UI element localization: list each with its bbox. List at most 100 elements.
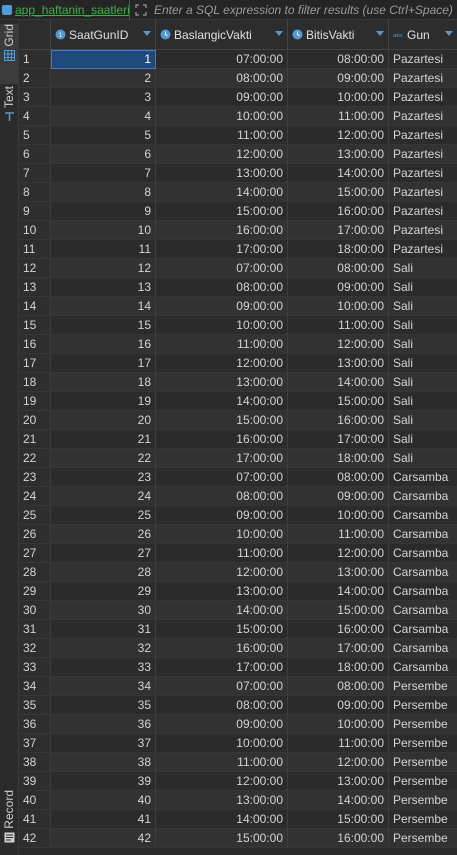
table-cell[interactable]: 6 [51, 145, 156, 164]
table-cell[interactable]: 5 [51, 126, 156, 145]
table-cell[interactable]: 18 [51, 373, 156, 392]
table-cell[interactable]: Carsamba [389, 468, 457, 487]
table-cell[interactable]: 15:00:00 [156, 620, 288, 639]
table-cell[interactable]: 07:00:00 [156, 677, 288, 696]
table-cell[interactable]: 14:00:00 [288, 791, 389, 810]
row-number[interactable]: 22 [19, 449, 51, 468]
expand-filter-icon[interactable] [133, 2, 149, 18]
table-row[interactable]: 41 41 14:00:00 15:00:00 Persembe [19, 810, 457, 829]
table-cell[interactable]: 15 [51, 316, 156, 335]
sort-arrow-icon[interactable] [275, 31, 283, 36]
table-cell[interactable]: 12:00:00 [156, 354, 288, 373]
table-name-tab[interactable]: app_haftanin_saatleri [0, 0, 130, 20]
table-cell[interactable]: 21 [51, 430, 156, 449]
table-row[interactable]: 21 21 16:00:00 17:00:00 Sali [19, 430, 457, 449]
table-cell[interactable]: 14:00:00 [288, 373, 389, 392]
table-cell[interactable]: Persembe [389, 753, 457, 772]
table-cell[interactable]: Pazartesi [389, 69, 457, 88]
table-cell[interactable]: 13:00:00 [156, 373, 288, 392]
table-cell[interactable]: Carsamba [389, 620, 457, 639]
row-number[interactable]: 3 [19, 88, 51, 107]
row-number[interactable]: 21 [19, 430, 51, 449]
row-number[interactable]: 8 [19, 183, 51, 202]
table-row[interactable]: 22 22 17:00:00 18:00:00 Sali [19, 449, 457, 468]
table-cell[interactable]: 4 [51, 107, 156, 126]
table-cell[interactable]: Pazartesi [389, 88, 457, 107]
table-cell[interactable]: 15:00:00 [288, 601, 389, 620]
row-number[interactable]: 42 [19, 829, 51, 848]
table-row[interactable]: 18 18 13:00:00 14:00:00 Sali [19, 373, 457, 392]
row-number[interactable]: 17 [19, 354, 51, 373]
table-cell[interactable]: 10:00:00 [288, 297, 389, 316]
table-cell[interactable]: Carsamba [389, 525, 457, 544]
table-cell[interactable]: 32 [51, 639, 156, 658]
table-cell[interactable]: 10:00:00 [156, 107, 288, 126]
table-cell[interactable]: 16:00:00 [288, 202, 389, 221]
table-cell[interactable]: 27 [51, 544, 156, 563]
table-cell[interactable]: 15:00:00 [156, 829, 288, 848]
table-cell[interactable]: 08:00:00 [288, 259, 389, 278]
table-cell[interactable]: Persembe [389, 791, 457, 810]
table-cell[interactable]: 12:00:00 [288, 544, 389, 563]
table-cell[interactable]: 11:00:00 [156, 126, 288, 145]
table-cell[interactable]: 13 [51, 278, 156, 297]
row-number[interactable]: 16 [19, 335, 51, 354]
table-cell[interactable]: 09:00:00 [288, 696, 389, 715]
table-cell[interactable]: 13:00:00 [288, 563, 389, 582]
table-row[interactable]: 26 26 10:00:00 11:00:00 Carsamba [19, 525, 457, 544]
table-cell[interactable]: 2 [51, 69, 156, 88]
table-cell[interactable]: 17:00:00 [288, 430, 389, 449]
table-cell[interactable]: 08:00:00 [156, 696, 288, 715]
table-cell[interactable]: Persembe [389, 829, 457, 848]
table-cell[interactable]: 39 [51, 772, 156, 791]
table-cell[interactable]: Carsamba [389, 487, 457, 506]
table-cell[interactable]: Sali [389, 411, 457, 430]
table-cell[interactable]: Carsamba [389, 506, 457, 525]
row-number[interactable]: 15 [19, 316, 51, 335]
table-cell[interactable]: 11 [51, 240, 156, 259]
table-cell[interactable]: 09:00:00 [156, 297, 288, 316]
table-cell[interactable]: 17 [51, 354, 156, 373]
row-number[interactable]: 35 [19, 696, 51, 715]
table-cell[interactable]: 13:00:00 [156, 582, 288, 601]
table-cell[interactable]: 07:00:00 [156, 259, 288, 278]
row-number[interactable]: 9 [19, 202, 51, 221]
table-cell[interactable]: 13:00:00 [156, 164, 288, 183]
row-number[interactable]: 11 [19, 240, 51, 259]
row-number[interactable]: 26 [19, 525, 51, 544]
table-cell[interactable]: 13:00:00 [288, 145, 389, 164]
table-cell[interactable]: 24 [51, 487, 156, 506]
table-row[interactable]: 3 3 09:00:00 10:00:00 Pazartesi [19, 88, 457, 107]
table-row[interactable]: 10 10 16:00:00 17:00:00 Pazartesi [19, 221, 457, 240]
table-cell[interactable]: 42 [51, 829, 156, 848]
table-cell[interactable]: Sali [389, 316, 457, 335]
table-row[interactable]: 7 7 13:00:00 14:00:00 Pazartesi [19, 164, 457, 183]
table-row[interactable]: 9 9 15:00:00 16:00:00 Pazartesi [19, 202, 457, 221]
table-row[interactable]: 4 4 10:00:00 11:00:00 Pazartesi [19, 107, 457, 126]
table-row[interactable]: 5 5 11:00:00 12:00:00 Pazartesi [19, 126, 457, 145]
table-cell[interactable]: 11:00:00 [288, 107, 389, 126]
table-cell[interactable]: Carsamba [389, 658, 457, 677]
table-cell[interactable]: 20 [51, 411, 156, 430]
table-row[interactable]: 11 11 17:00:00 18:00:00 Pazartesi [19, 240, 457, 259]
table-cell[interactable]: 23 [51, 468, 156, 487]
table-cell[interactable]: Persembe [389, 677, 457, 696]
table-cell[interactable]: Sali [389, 354, 457, 373]
table-cell[interactable]: 38 [51, 753, 156, 772]
table-row[interactable]: 28 28 12:00:00 13:00:00 Carsamba [19, 563, 457, 582]
table-cell[interactable]: 14:00:00 [156, 392, 288, 411]
table-cell[interactable]: Sali [389, 430, 457, 449]
table-cell[interactable]: 16:00:00 [288, 829, 389, 848]
table-cell[interactable]: 10:00:00 [156, 316, 288, 335]
table-row[interactable]: 13 13 08:00:00 09:00:00 Sali [19, 278, 457, 297]
table-cell[interactable]: 15:00:00 [156, 411, 288, 430]
table-row[interactable]: 29 29 13:00:00 14:00:00 Carsamba [19, 582, 457, 601]
row-number[interactable]: 13 [19, 278, 51, 297]
table-cell[interactable]: 09:00:00 [288, 69, 389, 88]
row-number[interactable]: 31 [19, 620, 51, 639]
table-cell[interactable]: 10:00:00 [288, 506, 389, 525]
row-number[interactable]: 7 [19, 164, 51, 183]
table-cell[interactable]: Pazartesi [389, 126, 457, 145]
row-number[interactable]: 14 [19, 297, 51, 316]
table-cell[interactable]: 35 [51, 696, 156, 715]
